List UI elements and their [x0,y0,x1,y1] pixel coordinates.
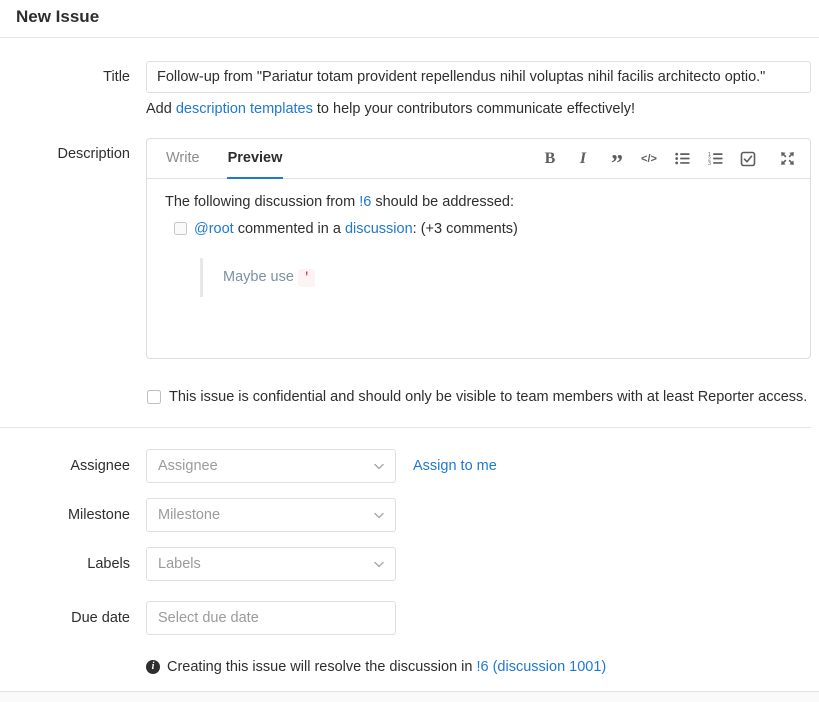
quote-icon[interactable]: ” [607,149,625,169]
chevron-down-icon [374,561,384,568]
labels-row: Labels Labels [0,547,811,581]
bullet-list-icon[interactable] [673,149,691,169]
fullscreen-icon[interactable] [778,149,796,169]
markdown-editor: Write Preview B I ” </> 123 [146,138,811,359]
markdown-editor-header: Write Preview B I ” </> 123 [147,139,810,179]
preview-intro-line: The following discussion from !6 should … [165,194,792,210]
task-middle-text: commented in a [234,221,345,237]
tab-write[interactable]: Write [165,139,201,179]
assignee-dropdown[interactable]: Assignee [146,449,396,483]
milestone-row: Milestone Milestone [0,498,811,532]
merge-request-link[interactable]: !6 [359,194,371,210]
labels-dropdown[interactable]: Labels [146,547,396,581]
title-label: Title [0,61,130,85]
task-suffix-text: : (+3 comments) [413,221,518,237]
title-input[interactable] [146,61,811,93]
task-checkbox[interactable] [174,222,187,235]
milestone-dropdown-value: Milestone [158,507,220,523]
resolve-discussion-link[interactable]: !6 (discussion 1001) [476,659,606,675]
due-date-input[interactable] [146,601,396,635]
confidential-row: This issue is confidential and should on… [0,387,811,408]
confidential-label: This issue is confidential and should on… [169,387,807,408]
confidential-checkbox[interactable] [147,390,161,404]
code-icon[interactable]: </> [640,149,658,169]
assign-to-me-link[interactable]: Assign to me [413,458,497,474]
numbered-list-icon[interactable]: 123 [706,149,724,169]
assignee-row: Assignee Assignee Assign to me [0,449,811,483]
quote-text: Maybe use [223,269,298,285]
markdown-toolbar: B I ” </> 123 [541,139,796,178]
chevron-down-icon [374,512,384,519]
labels-dropdown-value: Labels [158,556,201,572]
tab-preview[interactable]: Preview [227,139,284,179]
form-actions-bar [0,691,819,702]
task-list-item: @root commented in a discussion: (+3 com… [174,219,792,297]
task-list-icon[interactable] [739,149,757,169]
templates-hint: Add description templates to help your c… [146,101,811,117]
milestone-dropdown[interactable]: Milestone [146,498,396,532]
info-icon: i [146,660,160,674]
section-divider [0,427,811,428]
due-date-row: Due date [0,601,811,635]
intro-suffix: should be addressed: [371,194,514,210]
assignee-dropdown-value: Assignee [158,458,218,474]
markdown-preview: The following discussion from !6 should … [147,179,810,358]
description-row: Description Write Preview B I ” </> [0,138,811,359]
italic-icon[interactable]: I [574,149,592,169]
new-issue-form: Title Add description templates to help … [0,61,819,675]
title-row: Title Add description templates to help … [0,61,811,117]
resolve-note-row: i Creating this issue will resolve the d… [0,659,811,675]
editor-tabs: Write Preview [165,139,283,178]
page-header: New Issue [0,0,819,38]
intro-prefix: The following discussion from [165,194,359,210]
task-list: @root commented in a discussion: (+3 com… [165,219,792,297]
description-templates-link[interactable]: description templates [176,101,313,117]
assignee-label: Assignee [0,458,130,474]
page-title: New Issue [16,7,803,26]
due-date-label: Due date [0,610,130,626]
bold-icon[interactable]: B [541,149,559,169]
milestone-label: Milestone [0,507,130,523]
hint-prefix: Add [146,101,176,117]
quoted-comment: Maybe use ' [200,258,792,297]
note-prefix: Creating this issue will resolve the dis… [167,659,476,675]
inline-code: ' [298,269,316,287]
resolve-note-text: Creating this issue will resolve the dis… [167,659,606,675]
svg-text:3: 3 [708,161,711,166]
discussion-link[interactable]: discussion [345,221,413,237]
user-link[interactable]: @root [194,221,234,237]
chevron-down-icon [374,463,384,470]
hint-suffix: to help your contributors communicate ef… [313,101,635,117]
description-label: Description [0,138,130,162]
labels-label: Labels [0,556,130,572]
